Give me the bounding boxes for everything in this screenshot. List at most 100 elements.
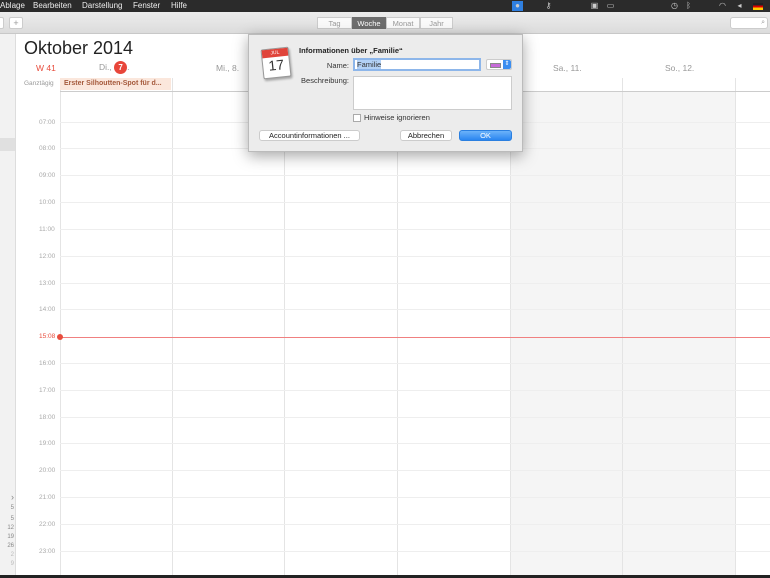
hour-line <box>60 524 770 525</box>
menu-hilfe[interactable]: Hilfe <box>171 1 187 10</box>
cancel-button[interactable]: Abbrechen <box>400 130 452 141</box>
ignore-alerts-checkbox[interactable] <box>353 114 361 122</box>
wifi-icon[interactable]: ◠ <box>718 1 727 11</box>
calendars-button[interactable] <box>0 17 4 29</box>
day-header-wed[interactable]: Mi., 8. <box>216 63 239 73</box>
calendar-tray-icon[interactable]: ▣ <box>590 1 599 11</box>
hour-line <box>60 283 770 284</box>
bluetooth-icon[interactable]: ᛒ <box>684 1 693 11</box>
menu-fenster[interactable]: Fenster <box>133 1 160 10</box>
stepper-icon: ⇕ <box>503 60 511 69</box>
hour-label: 08:00 <box>39 145 56 152</box>
name-value: Familie <box>357 60 382 69</box>
menu-bearbeiten[interactable]: Bearbeiten <box>33 1 72 10</box>
hour-label: 10:00 <box>39 199 56 206</box>
color-swatch <box>490 63 501 68</box>
hour-line <box>60 417 770 418</box>
airplay-icon[interactable]: ▭ <box>606 1 615 11</box>
current-time-line <box>60 337 770 338</box>
hour-label: 13:00 <box>39 280 56 287</box>
mini-date[interactable]: 2 <box>0 552 14 558</box>
name-label: Name: <box>326 61 349 70</box>
hour-label: 22:00 <box>39 521 56 528</box>
add-event-button[interactable]: + <box>9 17 23 29</box>
status-app-icon[interactable]: ● <box>512 1 523 11</box>
hour-line <box>60 470 770 471</box>
hour-label: 14:00 <box>39 306 56 313</box>
hour-label: 09:00 <box>39 172 56 179</box>
day-column-divider <box>172 78 173 578</box>
hour-label: 19:00 <box>39 440 56 447</box>
hour-line <box>60 390 770 391</box>
search-input[interactable]: ⌕ <box>730 17 768 29</box>
tab-day[interactable]: Tag <box>317 17 352 29</box>
month-title: Oktober 2014 <box>24 38 134 58</box>
tab-year[interactable]: Jahr <box>420 17 453 29</box>
search-icon: ⌕ <box>761 19 765 26</box>
week-number: W 41 <box>36 63 56 73</box>
hour-label: 17:00 <box>39 387 56 394</box>
tab-week[interactable]: Woche <box>352 17 386 29</box>
menu-bar: Ablage Bearbeiten Darstellung Fenster Hi… <box>0 0 770 12</box>
calendar-app-icon: JUL 17 <box>260 46 292 80</box>
hour-line <box>60 229 770 230</box>
account-info-button[interactable]: Accountinformationen ... <box>259 130 360 141</box>
hour-line <box>60 497 770 498</box>
mini-date[interactable]: 5 <box>0 505 14 511</box>
day-column-divider <box>735 78 736 578</box>
hour-label: 16:00 <box>39 360 56 367</box>
hour-line <box>60 551 770 552</box>
mini-date[interactable]: 26 <box>0 543 14 549</box>
sidebar-selected-item[interactable] <box>0 138 15 151</box>
sidebar: › 5 5 12 19 26 2 9 <box>0 34 16 578</box>
hour-label: 12:00 <box>39 253 56 260</box>
hour-line <box>60 309 770 310</box>
hour-line <box>60 363 770 364</box>
hour-label: 23:00 <box>39 548 56 555</box>
hour-line <box>60 202 770 203</box>
day-column-divider <box>60 78 61 578</box>
hour-line <box>60 256 770 257</box>
hour-label: 20:00 <box>39 467 56 474</box>
day-header-sun[interactable]: So., 12. <box>665 63 694 73</box>
allday-event[interactable]: Erster Silhoutten-Spot für d... <box>60 78 171 90</box>
menu-ablage[interactable]: Ablage <box>0 1 25 10</box>
mini-date[interactable]: 5 <box>0 516 14 522</box>
german-flag-icon[interactable] <box>753 3 763 10</box>
color-popup[interactable]: ⇕ <box>486 59 512 70</box>
mini-date[interactable]: 12 <box>0 525 14 531</box>
description-label: Beschreibung: <box>301 76 349 85</box>
current-time-label: 15:08 <box>39 333 56 340</box>
current-time-dot <box>57 334 63 340</box>
hour-label: 18:00 <box>39 414 56 421</box>
tab-month[interactable]: Monat <box>386 17 420 29</box>
day-column-divider <box>510 78 511 578</box>
day-column-divider <box>622 78 623 578</box>
day-suffix: . <box>127 62 130 72</box>
hour-label: 11:00 <box>39 226 55 233</box>
description-textarea[interactable] <box>353 76 512 110</box>
time-machine-icon[interactable]: ◷ <box>670 1 679 11</box>
day-header-sat[interactable]: Sa., 11. <box>553 63 582 73</box>
dialog-title: Informationen über „Familie“ <box>299 46 403 55</box>
day-column-divider <box>397 78 398 578</box>
mini-calendar-next-icon[interactable]: › <box>0 492 14 502</box>
calendar-info-dialog: JUL 17 Informationen über „Familie“ Name:… <box>248 34 523 152</box>
icon-day: 17 <box>267 56 285 74</box>
hour-label: 07:00 <box>39 119 56 126</box>
toolbar: + Tag Woche Monat Jahr ⌕ <box>0 12 770 34</box>
name-input[interactable]: Familie <box>353 58 481 71</box>
menu-darstellung[interactable]: Darstellung <box>82 1 122 10</box>
ignore-alerts-label[interactable]: Hinweise ignorieren <box>364 113 430 122</box>
ok-button[interactable]: OK <box>459 130 512 141</box>
hour-line <box>60 443 770 444</box>
mini-date[interactable]: 19 <box>0 534 14 540</box>
day-header-tue[interactable]: Di., 7. <box>99 61 130 74</box>
volume-icon[interactable]: ◂ <box>735 1 744 11</box>
today-badge: 7 <box>114 61 128 74</box>
hour-label: 21:00 <box>39 494 56 501</box>
day-label: Di., <box>99 62 112 72</box>
key-icon[interactable]: ⚷ <box>544 1 553 11</box>
mini-date[interactable]: 9 <box>0 561 14 567</box>
hour-line <box>60 175 770 176</box>
